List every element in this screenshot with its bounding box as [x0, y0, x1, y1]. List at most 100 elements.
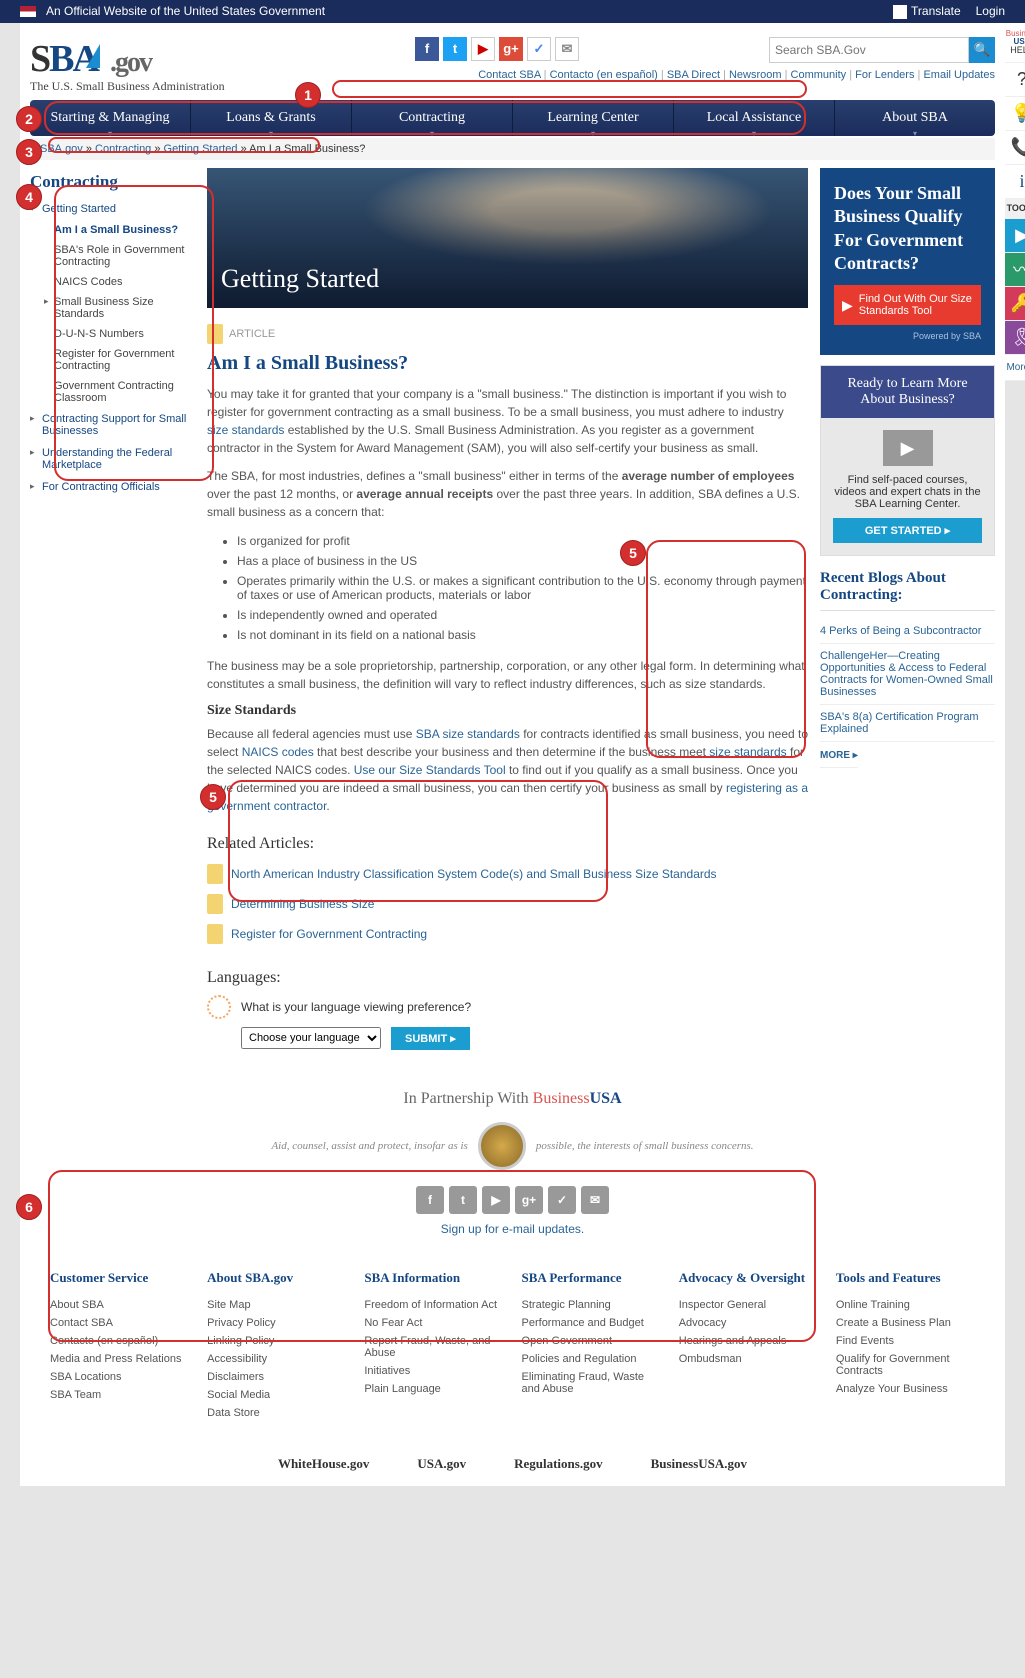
toplink[interactable]: SBA Direct — [667, 69, 720, 81]
footer-link[interactable]: Contact SBA — [50, 1314, 189, 1332]
nav-item[interactable]: About SBA — [835, 100, 995, 136]
search-button[interactable]: 🔍 — [969, 37, 995, 63]
facebook-icon[interactable]: f — [415, 37, 439, 61]
nav-item[interactable]: Local Assistance — [674, 100, 835, 136]
related-article[interactable]: Determining Business Size — [207, 889, 808, 919]
footer-link[interactable]: Disclaimers — [207, 1368, 346, 1386]
nav-item[interactable]: Loans & Grants — [191, 100, 352, 136]
nav-contracting-officials[interactable]: For Contracting Officials — [30, 476, 195, 498]
subnav-item[interactable]: Register for Government Contracting — [54, 344, 195, 376]
footer-link[interactable]: Initiatives — [364, 1362, 503, 1380]
footer-link[interactable]: Open Government — [522, 1332, 661, 1350]
toplink[interactable]: For Lenders — [855, 69, 914, 81]
footer-link[interactable]: Ombudsman — [679, 1350, 818, 1368]
mail-icon[interactable]: ✉ — [555, 37, 579, 61]
blog-link[interactable]: 4 Perks of Being a Subcontractor — [820, 619, 995, 644]
footer-link[interactable]: Find Events — [836, 1332, 975, 1350]
footer-link[interactable]: Linking Policy — [207, 1332, 346, 1350]
footer-gov-link[interactable]: WhiteHouse.gov — [278, 1456, 369, 1471]
nav-getting-started[interactable]: Getting Started — [30, 198, 195, 220]
footer-link[interactable]: Report Fraud, Waste, and Abuse — [364, 1332, 503, 1362]
crumb[interactable]: Getting Started — [164, 143, 238, 155]
check-icon[interactable]: ✓ — [527, 37, 551, 61]
phone-icon[interactable]: 📞 — [1005, 131, 1025, 165]
tool-ribbon-icon[interactable]: 🎗 — [1005, 321, 1025, 355]
footer-link[interactable]: No Fear Act — [364, 1314, 503, 1332]
related-article[interactable]: North American Industry Classification S… — [207, 859, 808, 889]
nav-understanding-marketplace[interactable]: Understanding the Federal Marketplace — [30, 442, 195, 476]
help-icon[interactable]: ? — [1005, 63, 1025, 97]
footer-link[interactable]: Freedom of Information Act — [364, 1296, 503, 1314]
login-link[interactable]: Login — [976, 4, 1005, 19]
submit-button[interactable]: SUBMIT — [391, 1027, 470, 1050]
footer-gov-link[interactable]: Regulations.gov — [514, 1456, 602, 1471]
subnav-item[interactable]: SBA's Role in Government Contracting — [54, 240, 195, 272]
blog-link[interactable]: ChallengeHer—Creating Opportunities & Ac… — [820, 644, 995, 705]
blog-link[interactable]: SBA's 8(a) Certification Program Explain… — [820, 705, 995, 742]
footer-link[interactable]: Strategic Planning — [522, 1296, 661, 1314]
footer-link[interactable]: Policies and Regulation — [522, 1350, 661, 1368]
toplink[interactable]: Email Updates — [923, 69, 995, 81]
subnav-item[interactable]: NAICS Codes — [54, 272, 195, 292]
footer-link[interactable]: Analyze Your Business — [836, 1380, 975, 1398]
toplink[interactable]: Community — [791, 69, 847, 81]
nav-item[interactable]: Starting & Managing — [30, 100, 191, 136]
size-tool-button[interactable]: Find Out With Our Size Standards Tool — [834, 285, 981, 325]
nav-item[interactable]: Learning Center — [513, 100, 674, 136]
footer-link[interactable]: Site Map — [207, 1296, 346, 1314]
footer-link[interactable]: Advocacy — [679, 1314, 818, 1332]
googleplus-icon[interactable]: g+ — [499, 37, 523, 61]
footer-link[interactable]: Accessibility — [207, 1350, 346, 1368]
footer-link[interactable]: Media and Press Relations — [50, 1350, 189, 1368]
tool-key-icon[interactable]: 🔑 — [1005, 287, 1025, 321]
footer-gov-link[interactable]: BusinessUSA.gov — [651, 1456, 747, 1471]
footer-link[interactable]: Contacto (en español) — [50, 1332, 189, 1350]
footer-link[interactable]: About SBA — [50, 1296, 189, 1314]
footer-link[interactable]: Online Training — [836, 1296, 975, 1314]
footer-link[interactable]: Social Media — [207, 1386, 346, 1404]
idea-icon[interactable]: 💡 — [1005, 97, 1025, 131]
toplink[interactable]: Newsroom — [729, 69, 782, 81]
twitter-icon[interactable]: t — [449, 1186, 477, 1214]
email-signup-link[interactable]: Sign up for e-mail updates. — [441, 1222, 584, 1236]
sba-logo[interactable]: SBA.gov The U.S. Small Business Administ… — [30, 37, 225, 94]
footer-link[interactable]: Data Store — [207, 1404, 346, 1422]
toplink[interactable]: Contact SBA — [478, 69, 540, 81]
footer-link[interactable]: Hearings and Appeals — [679, 1332, 818, 1350]
footer-link[interactable]: Eliminating Fraud, Waste and Abuse — [522, 1368, 661, 1398]
footer-link[interactable]: Plain Language — [364, 1380, 503, 1398]
googleplus-icon[interactable]: g+ — [515, 1186, 543, 1214]
subnav-item[interactable]: D-U-N-S Numbers — [54, 324, 195, 344]
size-standards-link[interactable]: size standards — [207, 423, 284, 437]
nav-item[interactable]: Contracting — [352, 100, 513, 136]
toplink[interactable]: Contacto (en español) — [550, 69, 658, 81]
subnav-item[interactable]: Am I a Small Business? — [54, 220, 195, 240]
youtube-icon[interactable]: ▶ — [471, 37, 495, 61]
footer-link[interactable]: SBA Team — [50, 1386, 189, 1404]
crumb[interactable]: SBA.gov — [40, 143, 83, 155]
twitter-icon[interactable]: t — [443, 37, 467, 61]
footer-link[interactable]: Create a Business Plan — [836, 1314, 975, 1332]
subnav-item[interactable]: Government Contracting Classroom — [54, 376, 195, 408]
subnav-item[interactable]: Small Business Size Standards — [54, 292, 195, 324]
footer-link[interactable]: Performance and Budget — [522, 1314, 661, 1332]
crumb[interactable]: Contracting — [95, 143, 151, 155]
youtube-icon[interactable]: ▶ — [482, 1186, 510, 1214]
nav-contracting-support[interactable]: Contracting Support for Small Businesses — [30, 408, 195, 442]
tools-more[interactable]: More... — [1005, 355, 1025, 381]
facebook-icon[interactable]: f — [416, 1186, 444, 1214]
tool-pulse-icon[interactable]: 〰 — [1005, 253, 1025, 287]
footer-link[interactable]: Inspector General — [679, 1296, 818, 1314]
footer-link[interactable]: Qualify for Government Contracts — [836, 1350, 975, 1380]
search-input[interactable] — [769, 37, 969, 63]
footer-link[interactable]: SBA Locations — [50, 1368, 189, 1386]
tool-play-icon[interactable]: ▶ — [1005, 219, 1025, 253]
related-article[interactable]: Register for Government Contracting — [207, 919, 808, 949]
blogs-more[interactable]: MORE ▸ — [820, 742, 858, 768]
translate-link[interactable]: Translate — [893, 4, 961, 19]
check-icon[interactable]: ✓ — [548, 1186, 576, 1214]
businessusa-badge[interactable]: BusinessUSAHELP — [1005, 23, 1025, 63]
mail-icon[interactable]: ✉ — [581, 1186, 609, 1214]
footer-link[interactable]: Privacy Policy — [207, 1314, 346, 1332]
language-select[interactable]: Choose your language … — [241, 1027, 381, 1049]
